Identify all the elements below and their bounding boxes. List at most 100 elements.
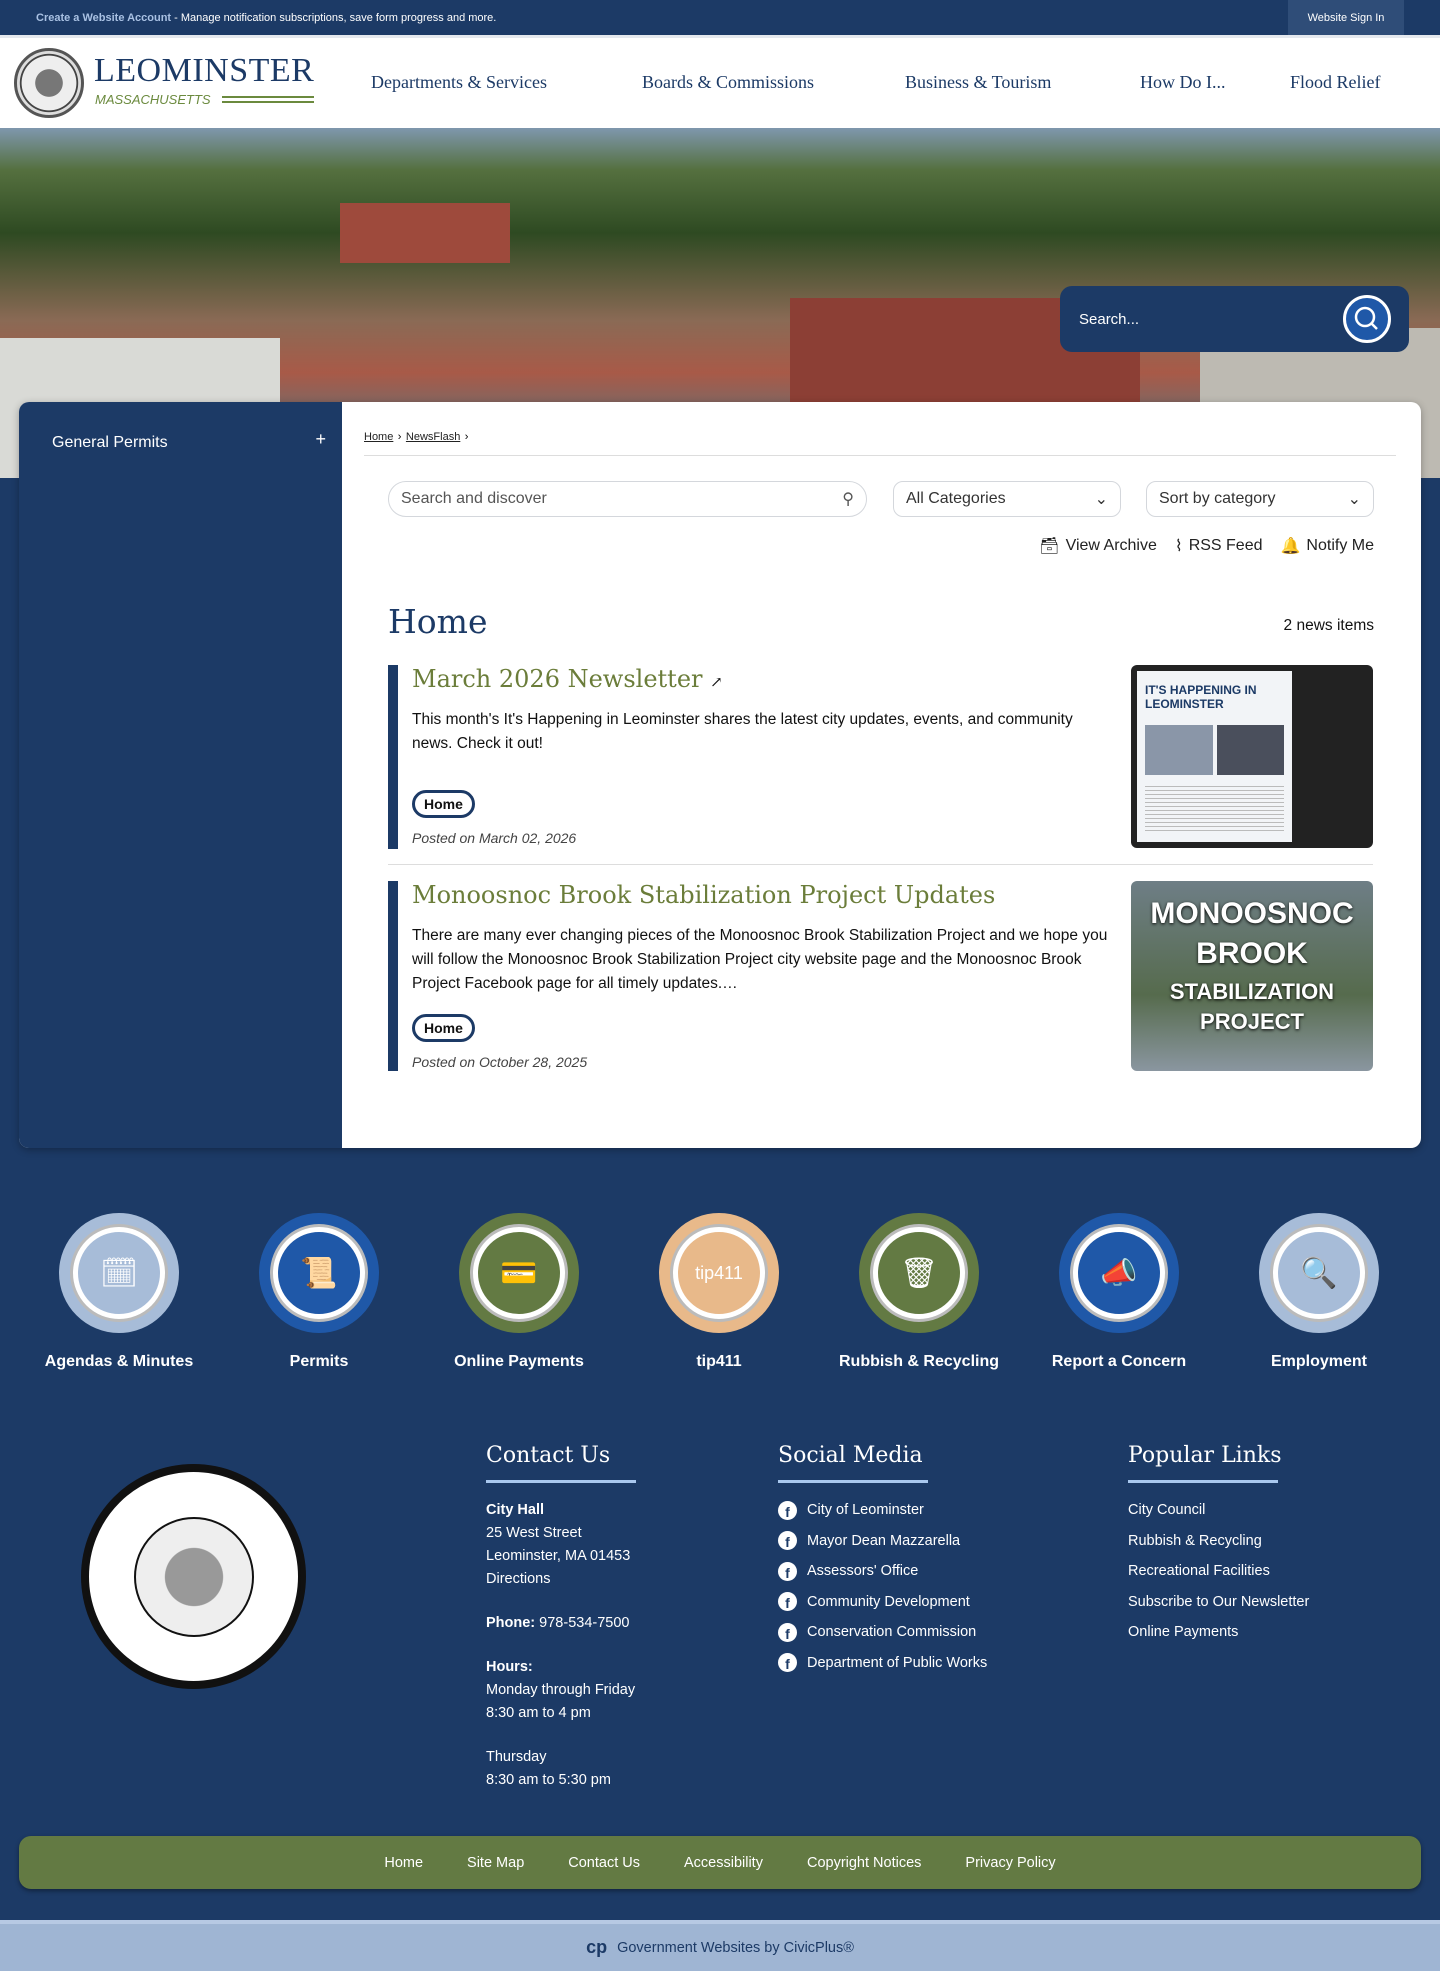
create-account-link[interactable]: Create a Website Account bbox=[36, 12, 171, 24]
view-archive-link[interactable]: 🗃 View Archive bbox=[1039, 536, 1157, 556]
project-thumbnail[interactable]: MONOOSNOC BROOK STABILIZATION PROJECT bbox=[1131, 881, 1373, 1071]
social-link[interactable]: f Department of Public Works bbox=[778, 1648, 987, 1679]
heading-underline bbox=[486, 1480, 636, 1483]
quick-link-3[interactable]: tip411 tip411 bbox=[619, 1213, 819, 1371]
nav-flood-relief[interactable]: Flood Relief bbox=[1290, 72, 1381, 93]
breadcrumb-home[interactable]: Home bbox=[364, 431, 393, 443]
quick-link-circle: tip411 bbox=[659, 1213, 779, 1333]
popular-link[interactable]: Subscribe to Our Newsletter bbox=[1128, 1587, 1309, 1618]
social-label: Assessors' Office bbox=[807, 1563, 919, 1580]
credit-card-icon: 💳 bbox=[473, 1227, 565, 1319]
social-label: City of Leominster bbox=[807, 1502, 924, 1519]
sort-select[interactable]: Sort by category ⌄ bbox=[1146, 481, 1374, 517]
quick-link-label: Online Payments bbox=[454, 1353, 584, 1370]
thumbnail-title: IT'S HAPPENING IN LEOMINSTER bbox=[1145, 683, 1257, 711]
search-icon[interactable]: ⚲ bbox=[842, 489, 854, 509]
quick-link-label: tip411 bbox=[696, 1353, 742, 1370]
social-label: Conservation Commission bbox=[807, 1624, 977, 1641]
logo-name[interactable]: LEOMINSTER bbox=[94, 52, 314, 90]
hours-days: Monday through Friday bbox=[486, 1682, 636, 1698]
footer-link[interactable]: Home bbox=[384, 1855, 423, 1871]
category-select[interactable]: All Categories ⌄ bbox=[893, 481, 1121, 517]
quick-link-0[interactable]: 🗓 Agendas & Minutes bbox=[19, 1213, 219, 1371]
external-link-icon: ↗ bbox=[710, 673, 723, 691]
phone-number[interactable]: 978-534-7500 bbox=[535, 1615, 629, 1631]
social-link[interactable]: f Community Development bbox=[778, 1587, 987, 1618]
item-accent-bar bbox=[388, 881, 398, 1071]
nav-business[interactable]: Business & Tourism bbox=[905, 72, 1051, 93]
nav-how-do-i[interactable]: How Do I... bbox=[1140, 72, 1226, 93]
notify-me-link[interactable]: 🔔 Notify Me bbox=[1281, 536, 1375, 556]
account-message: Create a Website Account - Manage notifi… bbox=[36, 12, 496, 24]
logo-lines bbox=[222, 96, 314, 103]
news-count: 2 news items bbox=[1283, 617, 1374, 634]
heading-underline bbox=[778, 1480, 928, 1483]
news-title: March 2026 Newsletter bbox=[412, 665, 703, 693]
facebook-icon: f bbox=[778, 1622, 797, 1642]
civicplus-link[interactable]: Government Websites by CivicPlus® bbox=[617, 1940, 854, 1956]
popular-link[interactable]: Recreational Facilities bbox=[1128, 1556, 1309, 1587]
chevron-down-icon: ⌄ bbox=[1347, 491, 1361, 508]
archive-icon: 🗃 bbox=[1039, 538, 1060, 555]
social-link[interactable]: f Assessors' Office bbox=[778, 1556, 987, 1587]
search-icon[interactable] bbox=[1343, 295, 1391, 343]
calendar-clock-icon: 🗓 bbox=[73, 1227, 165, 1319]
category-tag[interactable]: Home bbox=[412, 1014, 475, 1042]
hero-search-input[interactable]: Search... bbox=[1079, 311, 1139, 328]
website-sign-in-button[interactable]: Website Sign In bbox=[1288, 0, 1404, 35]
hero-search[interactable]: Search... bbox=[1060, 286, 1409, 352]
news-description: There are many ever changing pieces of t… bbox=[412, 927, 1108, 992]
social-label: Community Development bbox=[807, 1593, 970, 1610]
quick-link-6[interactable]: 🔍 Employment bbox=[1219, 1213, 1419, 1371]
sort-value: Sort by category bbox=[1159, 490, 1276, 507]
news-title-link[interactable]: Monoosnoc Brook Stabilization Project Up… bbox=[412, 881, 995, 909]
city-seal-logo[interactable] bbox=[14, 48, 84, 118]
social-link[interactable]: f Mayor Dean Mazzarella bbox=[778, 1526, 987, 1557]
footer-link[interactable]: Copyright Notices bbox=[807, 1855, 921, 1871]
hours-time: 8:30 am to 5:30 pm bbox=[486, 1772, 611, 1788]
popular-link[interactable]: Rubbish & Recycling bbox=[1128, 1526, 1309, 1557]
breadcrumb-newsflash[interactable]: NewsFlash bbox=[406, 431, 460, 443]
directions-link[interactable]: Directions bbox=[486, 1568, 636, 1591]
nav-departments[interactable]: Departments & Services bbox=[371, 72, 547, 93]
quick-link-2[interactable]: 💳 Online Payments bbox=[419, 1213, 619, 1371]
breadcrumb-sep: › bbox=[464, 431, 469, 443]
rss-feed-link[interactable]: ⌇ RSS Feed bbox=[1175, 536, 1263, 556]
social-link[interactable]: f Conservation Commission bbox=[778, 1617, 987, 1648]
item-accent-bar bbox=[388, 665, 398, 849]
hours-time: 8:30 am to 4 pm bbox=[486, 1705, 591, 1721]
footer-link[interactable]: Contact Us bbox=[568, 1855, 640, 1871]
news-search-input[interactable]: Search and discover ⚲ bbox=[388, 481, 867, 517]
trash-can-icon: 🗑 bbox=[873, 1227, 965, 1319]
thumb-line: STABILIZATION bbox=[1169, 979, 1335, 1004]
facebook-icon: f bbox=[778, 1500, 797, 1520]
notify-label: Notify Me bbox=[1306, 537, 1374, 554]
popular-column: Popular Links City Council Rubbish & Recy… bbox=[1128, 1443, 1309, 1648]
footer-link[interactable]: Site Map bbox=[467, 1855, 524, 1871]
expand-icon[interactable]: + bbox=[315, 429, 326, 450]
news-title-link[interactable]: March 2026 Newsletter ↗ bbox=[412, 665, 723, 693]
phone-label: Phone: bbox=[486, 1615, 536, 1631]
category-tag[interactable]: Home bbox=[412, 790, 475, 818]
quick-link-4[interactable]: 🗑 Rubbish & Recycling bbox=[819, 1213, 1019, 1371]
popular-link[interactable]: Online Payments bbox=[1128, 1617, 1309, 1648]
social-heading: Social Media bbox=[778, 1443, 923, 1468]
footer-link[interactable]: Accessibility bbox=[684, 1855, 763, 1871]
sidebar-item-general-permits[interactable]: General Permits bbox=[52, 434, 168, 452]
nav-boards[interactable]: Boards & Commissions bbox=[642, 72, 814, 93]
content-card: General Permits + Home › NewsFlash › Sea… bbox=[19, 402, 1421, 1148]
social-label: Department of Public Works bbox=[807, 1654, 988, 1671]
contact-heading: Contact Us bbox=[486, 1443, 611, 1468]
news-item: March 2026 Newsletter ↗ This month's It'… bbox=[388, 665, 1373, 849]
quick-link-5[interactable]: 📣 Report a Concern bbox=[1019, 1213, 1219, 1371]
rss-icon: ⌇ bbox=[1174, 538, 1183, 555]
contact-name: City Hall bbox=[486, 1502, 545, 1518]
newsletter-thumbnail[interactable]: IT'S HAPPENING IN LEOMINSTER bbox=[1131, 665, 1373, 848]
social-link[interactable]: f City of Leominster bbox=[778, 1495, 987, 1526]
social-column: Social Media f City of Leominster f Mayor D… bbox=[778, 1443, 987, 1678]
popular-link[interactable]: City Council bbox=[1128, 1495, 1309, 1526]
quick-link-1[interactable]: 📜 Permits bbox=[219, 1213, 419, 1371]
quick-link-label: Employment bbox=[1270, 1353, 1367, 1370]
news-tools: 🗃 View Archive ⌇ RSS Feed 🔔 Notify Me bbox=[1039, 536, 1374, 556]
footer-link[interactable]: Privacy Policy bbox=[965, 1855, 1055, 1871]
